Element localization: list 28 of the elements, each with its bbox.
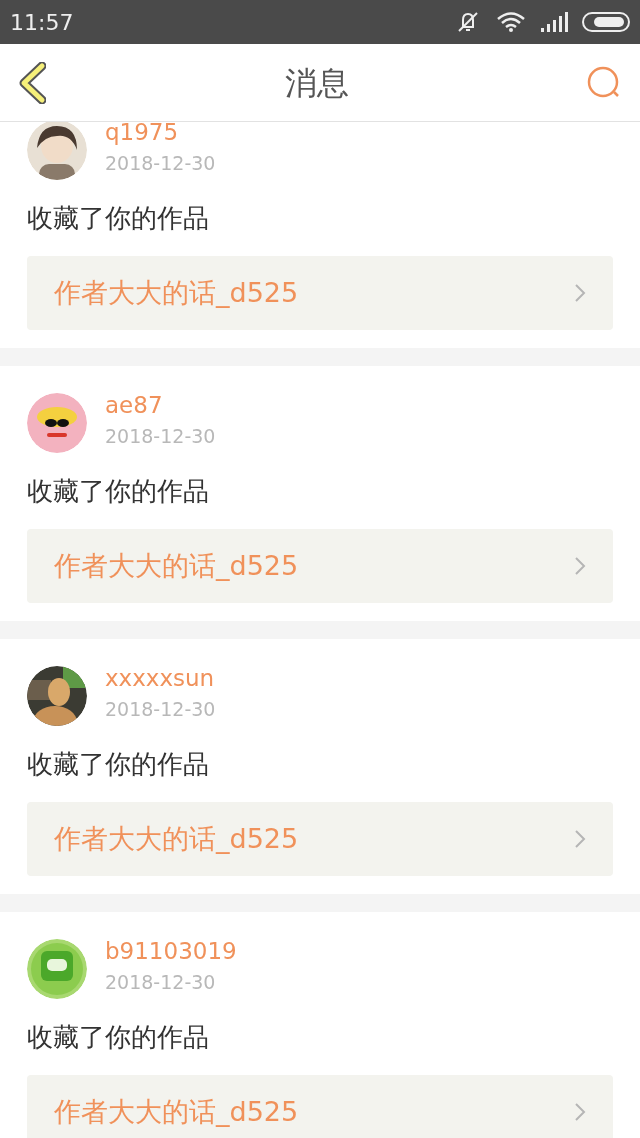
status-time: 11:57: [10, 8, 74, 37]
user-name[interactable]: b91103019: [105, 936, 237, 966]
message-text: 收藏了你的作品: [27, 747, 209, 781]
work-link[interactable]: 作者大大的话_d525: [27, 802, 613, 876]
back-icon: [18, 61, 46, 104]
back-button[interactable]: [18, 60, 48, 105]
user-name[interactable]: xxxxxsun: [105, 663, 216, 693]
chevron-right-icon: [574, 1102, 586, 1122]
message-date: 2018-12-30: [105, 697, 216, 722]
user-name[interactable]: ae87: [105, 390, 216, 420]
user-name[interactable]: q1975: [105, 122, 216, 147]
message-text: 收藏了你的作品: [27, 1020, 209, 1054]
search-icon: [587, 65, 621, 100]
message-text: 收藏了你的作品: [27, 201, 209, 235]
work-link[interactable]: 作者大大的话_d525: [27, 529, 613, 603]
battery-icon: [582, 12, 630, 32]
chevron-right-icon: [574, 283, 586, 303]
message-text: 收藏了你的作品: [27, 474, 209, 508]
message-date: 2018-12-30: [105, 970, 217, 995]
work-link[interactable]: 作者大大的话_d525: [27, 1075, 613, 1138]
chevron-right-icon: [574, 829, 586, 849]
message-date: 2018-12-30: [105, 151, 216, 176]
chevron-right-icon: [574, 556, 586, 576]
page-title: 消息: [285, 62, 349, 104]
message-date: 2018-12-30: [105, 424, 216, 449]
signal-icon: [540, 12, 568, 32]
wifi-icon: [496, 11, 526, 33]
work-link[interactable]: 作者大大的话_d525: [27, 256, 613, 330]
